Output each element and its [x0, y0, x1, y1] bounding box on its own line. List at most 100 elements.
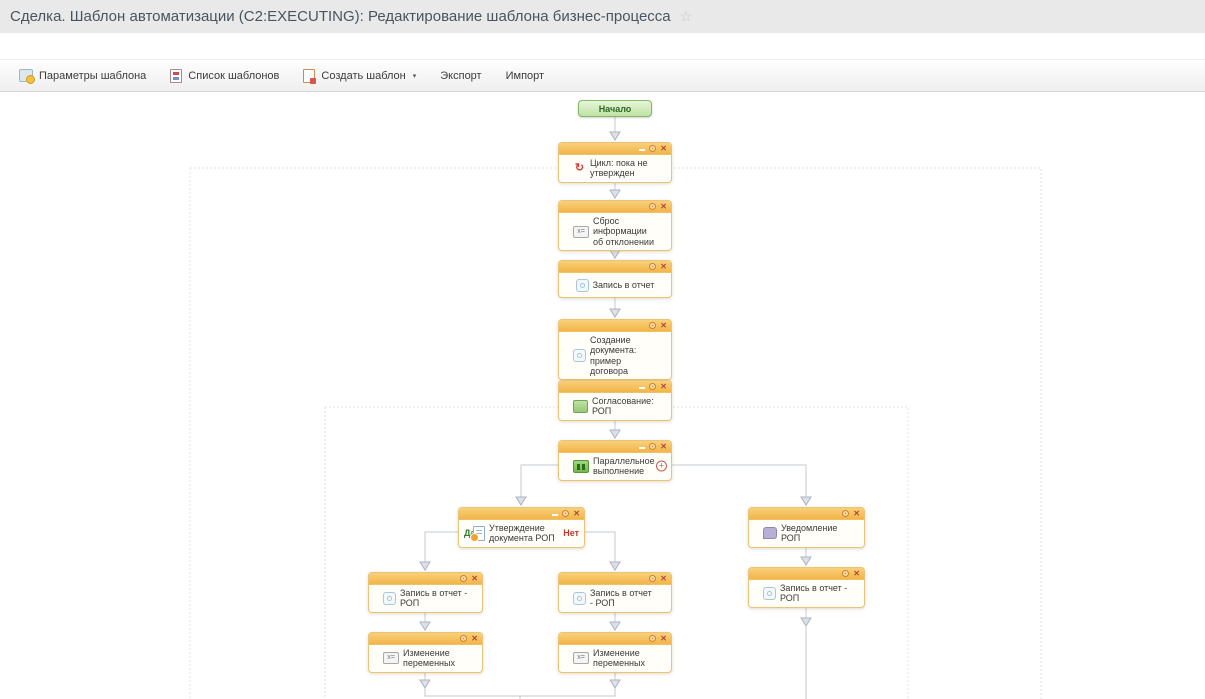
connector-line — [585, 532, 615, 570]
connector-line — [672, 465, 806, 505]
node-header: ✕ — [559, 381, 671, 393]
node-label: Утверждение документа РОП — [489, 523, 570, 544]
template-settings-icon — [19, 69, 33, 82]
node-label: Параллельное выполнение — [593, 456, 657, 477]
close-icon[interactable]: ✕ — [660, 574, 667, 583]
close-icon[interactable]: ✕ — [853, 569, 860, 578]
node-body: Запись в отчет - РОП — [559, 585, 671, 612]
toolbar-button-label: Список шаблонов — [188, 70, 279, 82]
settings-gear-icon[interactable] — [649, 203, 656, 210]
flow-node-report-rop-right[interactable]: ✕ Запись в отчет - РОП — [748, 567, 865, 608]
close-icon[interactable]: ✕ — [573, 509, 580, 518]
flow-node-approval-rop[interactable]: ✕Согласование: РОП — [558, 380, 672, 421]
variables-icon: x= — [573, 226, 589, 238]
settings-gear-icon[interactable] — [842, 510, 849, 517]
flow-node-loop[interactable]: ✕↻Цикл: пока не утвержден — [558, 142, 672, 183]
settings-gear-icon[interactable] — [649, 575, 656, 582]
parallel-icon — [573, 460, 589, 473]
variables-icon: x= — [573, 652, 589, 664]
minimize-icon[interactable] — [639, 387, 645, 389]
toolbar-button-template-list[interactable]: Список шаблонов — [159, 65, 290, 87]
connector-line — [425, 688, 615, 696]
node-header: ✕ — [559, 320, 671, 332]
report-icon — [383, 592, 396, 605]
flow-node-approve-document-rop[interactable]: ✕ ДаУтверждение документа РОПНет — [458, 507, 585, 548]
flow-node-create-document[interactable]: ✕Создание документа: пример договора — [558, 319, 672, 380]
settings-gear-icon[interactable] — [649, 443, 656, 450]
close-icon[interactable]: ✕ — [660, 634, 667, 643]
node-body: x= Изменение переменных — [559, 645, 671, 672]
close-icon[interactable]: ✕ — [471, 574, 478, 583]
page-title: Сделка. Шаблон автоматизации (C2:EXECUTI… — [10, 8, 671, 25]
add-branch-button[interactable]: + — [656, 461, 667, 472]
flow-node-start[interactable]: Начало — [578, 100, 652, 117]
toolbar: Параметры шаблона Список шаблонов Создать … — [0, 59, 1205, 92]
approval-icon — [573, 400, 588, 413]
node-body: Запись в отчет - РОП — [749, 580, 864, 607]
flow-node-report-rop-mid[interactable]: ✕Запись в отчет - РОП — [558, 572, 672, 613]
flow-node-report-1[interactable]: ✕ Запись в отчет — [558, 260, 672, 298]
settings-gear-icon[interactable] — [649, 263, 656, 270]
dropdown-caret-icon: ▾ — [413, 72, 417, 80]
node-label: Запись в отчет — [593, 280, 655, 290]
flow-node-change-variables-left[interactable]: ✕ x=Изменение переменных — [368, 632, 483, 673]
close-icon[interactable]: ✕ — [853, 509, 860, 518]
flow-node-report-rop-left[interactable]: ✕Запись в отчет - РОП — [368, 572, 483, 613]
close-icon[interactable]: ✕ — [660, 202, 667, 211]
flow-node-reset-info[interactable]: ✕ x=Сброс информации об отклонении — [558, 200, 672, 251]
close-icon[interactable]: ✕ — [660, 442, 667, 451]
flow-node-notify-rop[interactable]: ✕Уведомление РОП — [748, 507, 865, 548]
node-header: ✕ — [749, 568, 864, 580]
bp-template-editor-window: Сделка. Шаблон автоматизации (C2:EXECUTI… — [0, 0, 1205, 699]
create-template-icon — [303, 69, 315, 83]
settings-gear-icon[interactable] — [649, 322, 656, 329]
report-icon — [576, 279, 589, 292]
node-header: ✕ — [749, 508, 864, 520]
settings-gear-icon[interactable] — [649, 635, 656, 642]
close-icon[interactable]: ✕ — [660, 382, 667, 391]
notification-icon — [763, 527, 777, 539]
toolbar-button-template-parameters[interactable]: Параметры шаблона — [8, 65, 157, 86]
toolbar-button-label: Создать шаблон — [321, 70, 405, 82]
node-body: x=Изменение переменных — [369, 645, 482, 672]
node-label: Запись в отчет - РОП — [590, 588, 657, 609]
node-header: ✕ — [559, 143, 671, 155]
settings-gear-icon[interactable] — [460, 635, 467, 642]
node-body: Запись в отчет — [559, 273, 671, 297]
node-header: ✕ — [559, 201, 671, 213]
favorite-star-icon[interactable]: ☆ — [680, 8, 693, 25]
node-body: x=Сброс информации об отклонении — [559, 213, 671, 250]
flow-node-parallel[interactable]: ✕Параллельное выполнение+ — [558, 440, 672, 481]
node-label: Создание документа: пример договора — [590, 335, 657, 376]
node-header: ✕ — [559, 261, 671, 273]
close-icon[interactable]: ✕ — [660, 321, 667, 330]
arrowhead-icon — [610, 622, 620, 630]
close-icon[interactable]: ✕ — [660, 262, 667, 271]
toolbar-button-export[interactable]: Экспорт — [429, 66, 492, 86]
minimize-icon[interactable] — [552, 514, 558, 516]
minimize-icon[interactable] — [639, 149, 645, 151]
node-label: Уведомление РОП — [781, 523, 850, 544]
arrowhead-icon — [420, 562, 430, 570]
flow-node-change-variables-mid[interactable]: ✕ x= Изменение переменных — [558, 632, 672, 673]
settings-gear-icon[interactable] — [562, 510, 569, 517]
connector-line — [425, 532, 458, 570]
close-icon[interactable]: ✕ — [471, 634, 478, 643]
start-node-label: Начало — [599, 104, 632, 114]
node-body: Создание документа: пример договора — [559, 332, 671, 379]
toolbar-button-import[interactable]: Импорт — [495, 66, 555, 86]
minimize-icon[interactable] — [639, 447, 645, 449]
node-body: ДаУтверждение документа РОПНет — [459, 520, 584, 547]
settings-gear-icon[interactable] — [460, 575, 467, 582]
node-header: ✕ — [559, 441, 671, 453]
settings-gear-icon[interactable] — [649, 383, 656, 390]
arrowhead-icon — [801, 497, 811, 505]
node-label: Изменение переменных — [593, 648, 657, 669]
node-header: ✕ — [459, 508, 584, 520]
close-icon[interactable]: ✕ — [660, 144, 667, 153]
settings-gear-icon[interactable] — [649, 145, 656, 152]
arrowhead-icon — [610, 309, 620, 317]
toolbar-button-create-template[interactable]: Создать шаблон ▾ — [292, 65, 427, 87]
settings-gear-icon[interactable] — [842, 570, 849, 577]
arrowhead-icon — [516, 497, 526, 505]
